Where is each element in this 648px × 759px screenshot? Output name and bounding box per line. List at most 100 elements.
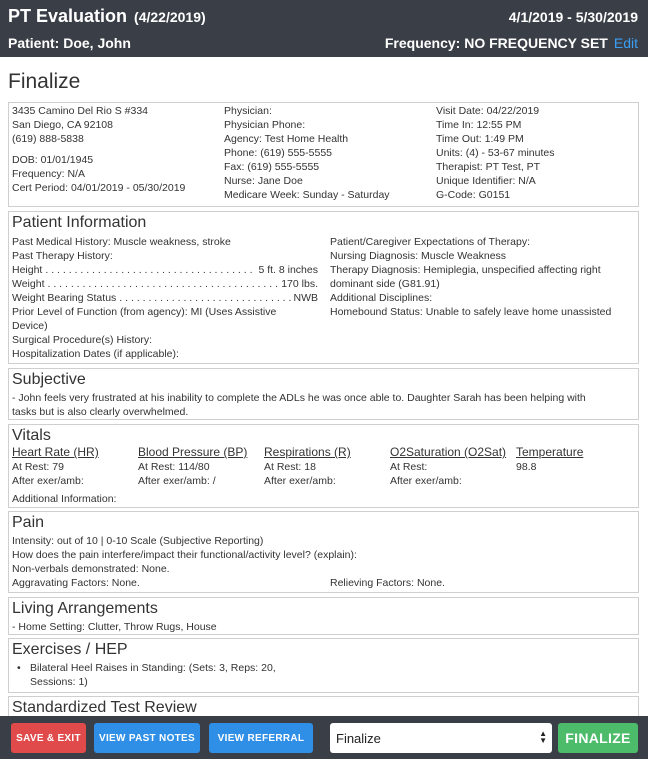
- respirations-after: After exer/amb:: [264, 475, 336, 487]
- height-row: Height . . . . . . . . . . . . . . . . .…: [12, 263, 318, 277]
- exercises-heading: Exercises / HEP: [12, 641, 128, 658]
- vitals-heading: Vitals: [12, 427, 51, 444]
- heart-rate-rest: At Rest: 79: [12, 461, 64, 473]
- blood-pressure-rest: At Rest: 114/80: [138, 461, 210, 473]
- subjective-line-2: tasks but is also clearly overwhelmed.: [12, 406, 189, 418]
- weight-label: Weight: [12, 278, 45, 290]
- past-medical-history: Past Medical History: Muscle weakness, s…: [12, 236, 231, 248]
- edit-frequency-link[interactable]: Edit: [614, 35, 638, 51]
- physician: Physician:: [224, 105, 272, 117]
- view-past-notes-button[interactable]: VIEW PAST NOTES: [94, 723, 200, 753]
- pain-interference: How does the pain interfere/impact their…: [12, 549, 357, 561]
- time-out: Time Out: 1:49 PM: [436, 133, 524, 145]
- g-code: G-Code: G0151: [436, 189, 511, 201]
- visit-date: Visit Date: 04/22/2019: [436, 105, 540, 117]
- patient-phone: (619) 888-5838: [12, 133, 84, 145]
- patient-frequency: Frequency: N/A: [12, 168, 85, 180]
- weight-row: Weight . . . . . . . . . . . . . . . . .…: [12, 277, 318, 291]
- therapy-diagnosis-cont: dominant side (G81.91): [330, 278, 440, 290]
- heart-rate-after: After exer/amb:: [12, 475, 84, 487]
- patient-name: Patient: Doe, John: [8, 35, 131, 51]
- vitals-additional-info: Additional Information:: [12, 493, 117, 505]
- agency-fax: Fax: (619) 555-5555: [224, 161, 320, 173]
- temperature-value: 98.8: [516, 461, 537, 473]
- blood-pressure-after: After exer/amb: /: [138, 475, 216, 487]
- weight-bearing-row: Weight Bearing Status . . . . . . . . . …: [12, 291, 318, 305]
- nurse: Nurse: Jane Doe: [224, 175, 303, 187]
- cert-period: Cert Period: 04/01/2019 - 05/30/2019: [12, 182, 186, 194]
- weight-bearing-value: NWB: [293, 292, 319, 304]
- agency: Agency: Test Home Health: [224, 133, 349, 145]
- subjective-section: Subjective - John feels very frustrated …: [8, 368, 639, 420]
- height-label: Height: [12, 264, 43, 276]
- visit-title: PT Evaluation (4/22/2019): [8, 6, 206, 27]
- therapy-diagnosis: Therapy Diagnosis: Hemiplegia, unspecifi…: [330, 264, 601, 276]
- finalize-button[interactable]: FINALIZE: [558, 723, 638, 753]
- unique-identifier: Unique Identifier: N/A: [436, 175, 536, 187]
- patient-address-line1: 3435 Camino Del Rio S #334: [12, 105, 148, 117]
- pain-heading: Pain: [12, 514, 45, 531]
- vitals-section: Vitals Heart Rate (HR) At Rest: 79 After…: [8, 424, 639, 508]
- weight-bearing-leader: . . . . . . . . . . . . . . . . . . . . …: [119, 292, 290, 304]
- respirations-rest: At Rest: 18: [264, 461, 316, 473]
- exercise-bullet: •: [17, 662, 21, 674]
- prior-level-function: Prior Level of Function (from agency): M…: [12, 306, 277, 318]
- pain-section: Pain Intensity: out of 10 | 0-10 Scale (…: [8, 511, 639, 593]
- temperature-header: Temperature: [516, 445, 584, 459]
- exercise-item: Bilateral Heel Raises in Standing: (Sets…: [30, 662, 276, 674]
- units: Units: (4) - 53-67 minutes: [436, 147, 555, 159]
- height-leader: . . . . . . . . . . . . . . . . . . . . …: [45, 264, 255, 276]
- patient-information-heading: Patient Information: [12, 214, 147, 231]
- surgical-history: Surgical Procedure(s) History:: [12, 334, 153, 346]
- past-therapy-history: Past Therapy History:: [12, 250, 113, 262]
- select-arrows-icon: ▲ ▼: [539, 729, 547, 745]
- status-select[interactable]: Finalize ▲ ▼: [330, 723, 552, 753]
- frequency-text: Frequency: NO FREQUENCY SET: [384, 35, 608, 51]
- agency-phone: Phone: (619) 555-5555: [224, 147, 332, 159]
- height-value: 5 ft. 8 inches: [258, 264, 318, 276]
- caregiver-expectations: Patient/Caregiver Expectations of Therap…: [330, 236, 530, 248]
- living-arrangements-section: Living Arrangements - Home Setting: Clut…: [8, 597, 639, 635]
- hospitalization-dates: Hospitalization Dates (if applicable):: [12, 348, 179, 360]
- status-select-value: Finalize: [336, 730, 381, 746]
- standardized-test-heading: Standardized Test Review: [12, 699, 197, 716]
- aggravating-factors: Aggravating Factors: None.: [12, 577, 140, 589]
- additional-disciplines: Additional Disciplines:: [330, 292, 433, 304]
- heart-rate-header: Heart Rate (HR): [12, 445, 99, 459]
- save-exit-button[interactable]: SAVE & EXIT: [11, 723, 86, 753]
- visit-title-text: PT Evaluation: [8, 6, 128, 26]
- action-bar: SAVE & EXIT VIEW PAST NOTES VIEW REFERRA…: [0, 716, 648, 759]
- o2-saturation-rest: At Rest:: [390, 461, 428, 473]
- exercise-item-cont: Sessions: 1): [30, 676, 88, 688]
- visit-info-box: 3435 Camino Del Rio S #334 San Diego, CA…: [8, 102, 639, 207]
- o2-saturation-after: After exer/amb:: [390, 475, 462, 487]
- therapist: Therapist: PT Test, PT: [436, 161, 541, 173]
- blood-pressure-header: Blood Pressure (BP): [138, 445, 248, 459]
- weight-bearing-label: Weight Bearing Status: [12, 292, 117, 304]
- patient-address-line2: San Diego, CA 92108: [12, 119, 113, 131]
- page-title: Finalize: [8, 70, 81, 93]
- pain-nonverbals: Non-verbals demonstrated: None.: [12, 563, 170, 575]
- weight-leader: . . . . . . . . . . . . . . . . . . . . …: [47, 278, 279, 290]
- relieving-factors: Relieving Factors: None.: [330, 577, 445, 589]
- patient-information-section: Patient Information Past Medical History…: [8, 211, 639, 364]
- header-bar: PT Evaluation (4/22/2019) 4/1/2019 - 5/3…: [0, 0, 648, 57]
- living-arrangements-heading: Living Arrangements: [12, 600, 158, 617]
- respirations-header: Respirations (R): [264, 445, 351, 459]
- prior-level-function-cont: Device): [12, 320, 48, 332]
- frequency-display: Frequency: NO FREQUENCY SET Edit: [385, 35, 638, 51]
- nursing-diagnosis: Nursing Diagnosis: Muscle Weakness: [330, 250, 507, 262]
- subjective-line-1: - John feels very frustrated at his inab…: [12, 392, 586, 404]
- view-referral-button[interactable]: VIEW REFERRAL: [209, 723, 313, 753]
- time-in: Time In: 12:55 PM: [436, 119, 522, 131]
- o2-saturation-header: O2Saturation (O2Sat): [390, 445, 507, 459]
- home-setting: - Home Setting: Clutter, Throw Rugs, Hou…: [12, 621, 217, 633]
- weight-value: 170 lbs.: [281, 278, 318, 290]
- pain-intensity: Intensity: out of 10 | 0-10 Scale (Subje…: [12, 535, 264, 547]
- homebound-status: Homebound Status: Unable to safely leave…: [330, 306, 612, 318]
- subjective-heading: Subjective: [12, 371, 86, 388]
- visit-title-date: (4/22/2019): [134, 9, 206, 25]
- medicare-week: Medicare Week: Sunday - Saturday: [224, 189, 390, 201]
- patient-dob: DOB: 01/01/1945: [12, 154, 94, 166]
- cert-date-range: 4/1/2019 - 5/30/2019: [508, 9, 638, 25]
